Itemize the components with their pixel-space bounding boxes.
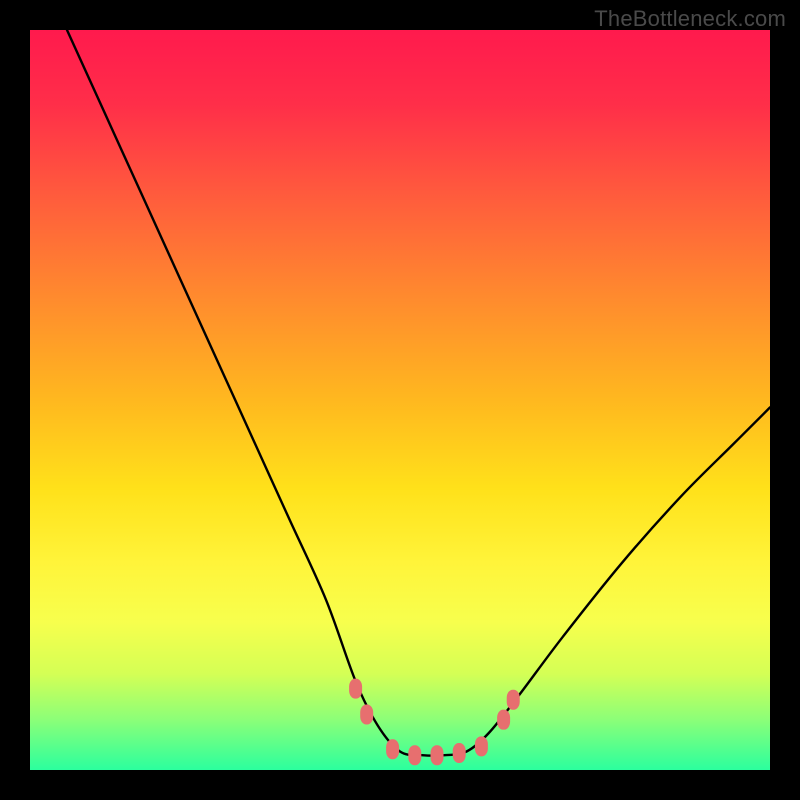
curve-layer [30, 30, 770, 770]
watermark-text: TheBottleneck.com [594, 6, 786, 32]
curve-marker [360, 705, 373, 725]
curve-marker [453, 743, 466, 763]
curve-marker [386, 739, 399, 759]
curve-marker [349, 679, 362, 699]
curve-marker [408, 745, 421, 765]
bottleneck-curve [67, 30, 770, 756]
curve-marker [475, 736, 488, 756]
chart-frame: TheBottleneck.com [0, 0, 800, 800]
curve-marker [431, 745, 444, 765]
plot-area [30, 30, 770, 770]
curve-marker [497, 710, 510, 730]
curve-marker [507, 690, 520, 710]
